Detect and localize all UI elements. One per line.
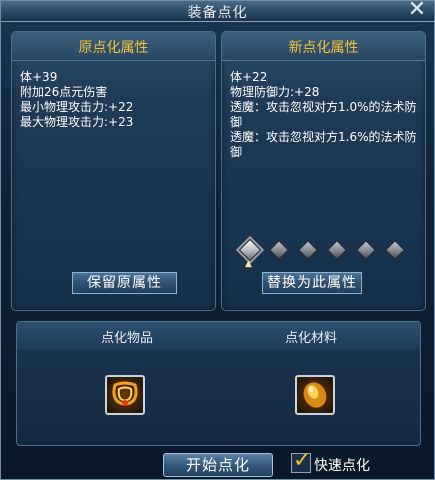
checkmark-icon: ✓ bbox=[293, 448, 312, 473]
window-title: 装备点化 bbox=[187, 5, 248, 21]
result-slot-1[interactable] bbox=[238, 238, 262, 262]
result-slot-6[interactable] bbox=[385, 240, 405, 260]
quick-refine-label[interactable]: 快速点化 bbox=[314, 455, 370, 475]
close-icon[interactable]: ✕ bbox=[406, 0, 428, 21]
material-slot[interactable] bbox=[295, 375, 335, 415]
selected-slot-marker-icon: ▲ bbox=[245, 259, 252, 269]
replace-attributes-button[interactable]: 替换为此属性 bbox=[262, 272, 362, 294]
new-attributes-panel: 新点化属性 体+22 物理防御力:+28 透魔：攻击忽视对方1.0%的法术防御 … bbox=[221, 31, 426, 311]
original-attribute: 最小物理攻击力:+22 bbox=[20, 100, 134, 114]
result-slot-selector bbox=[238, 238, 420, 262]
original-attributes-panel: 原点化属性 体+39 附加26点元伤害 最小物理攻击力:+22 最大物理攻击力:… bbox=[11, 31, 216, 311]
start-refine-button[interactable]: 开始点化 bbox=[163, 453, 273, 477]
original-attribute: 最大物理攻击力:+23 bbox=[20, 115, 134, 129]
item-label: 点化物品 bbox=[101, 331, 154, 346]
original-attributes-list: 体+39 附加26点元伤害 最小物理攻击力:+22 最大物理攻击力:+23 bbox=[20, 70, 215, 130]
title-bar[interactable]: 装备点化 ✕ bbox=[1, 0, 434, 22]
new-attribute: 物理防御力:+28 bbox=[230, 85, 320, 99]
original-panel-header: 原点化属性 bbox=[12, 32, 215, 61]
materials-panel: 点化物品 点化材料 bbox=[16, 321, 421, 446]
quick-refine-checkbox[interactable]: ✓ bbox=[291, 448, 311, 473]
item-slot[interactable] bbox=[105, 375, 145, 415]
new-attribute: 透魔：攻击忽视对方1.0%的法术防御 bbox=[230, 100, 417, 129]
new-panel-header: 新点化属性 bbox=[222, 32, 425, 61]
original-attribute: 体+39 bbox=[20, 70, 58, 84]
original-attribute: 附加26点元伤害 bbox=[20, 85, 108, 99]
material-label: 点化材料 bbox=[285, 331, 338, 346]
refine-window: 装备点化 ✕ 原点化属性 体+39 附加26点元伤害 最小物理攻击力:+22 最… bbox=[0, 0, 435, 480]
necklace-icon bbox=[112, 381, 138, 406]
result-slot-2[interactable] bbox=[269, 240, 289, 260]
gem-icon bbox=[303, 382, 327, 408]
new-attribute: 透魔：攻击忽视对方1.6%的法术防御 bbox=[230, 130, 417, 159]
new-panel-title: 新点化属性 bbox=[288, 40, 359, 56]
original-panel-title: 原点化属性 bbox=[78, 40, 149, 56]
new-attributes-list: 体+22 物理防御力:+28 透魔：攻击忽视对方1.0%的法术防御 透魔：攻击忽… bbox=[230, 70, 425, 160]
keep-original-button[interactable]: 保留原属性 bbox=[72, 272, 177, 294]
result-slot-4[interactable] bbox=[327, 240, 347, 260]
result-slot-3[interactable] bbox=[298, 240, 318, 260]
new-attribute: 体+22 bbox=[230, 70, 268, 84]
materials-header: 点化物品 点化材料 bbox=[17, 322, 420, 350]
result-slot-5[interactable] bbox=[356, 240, 376, 260]
